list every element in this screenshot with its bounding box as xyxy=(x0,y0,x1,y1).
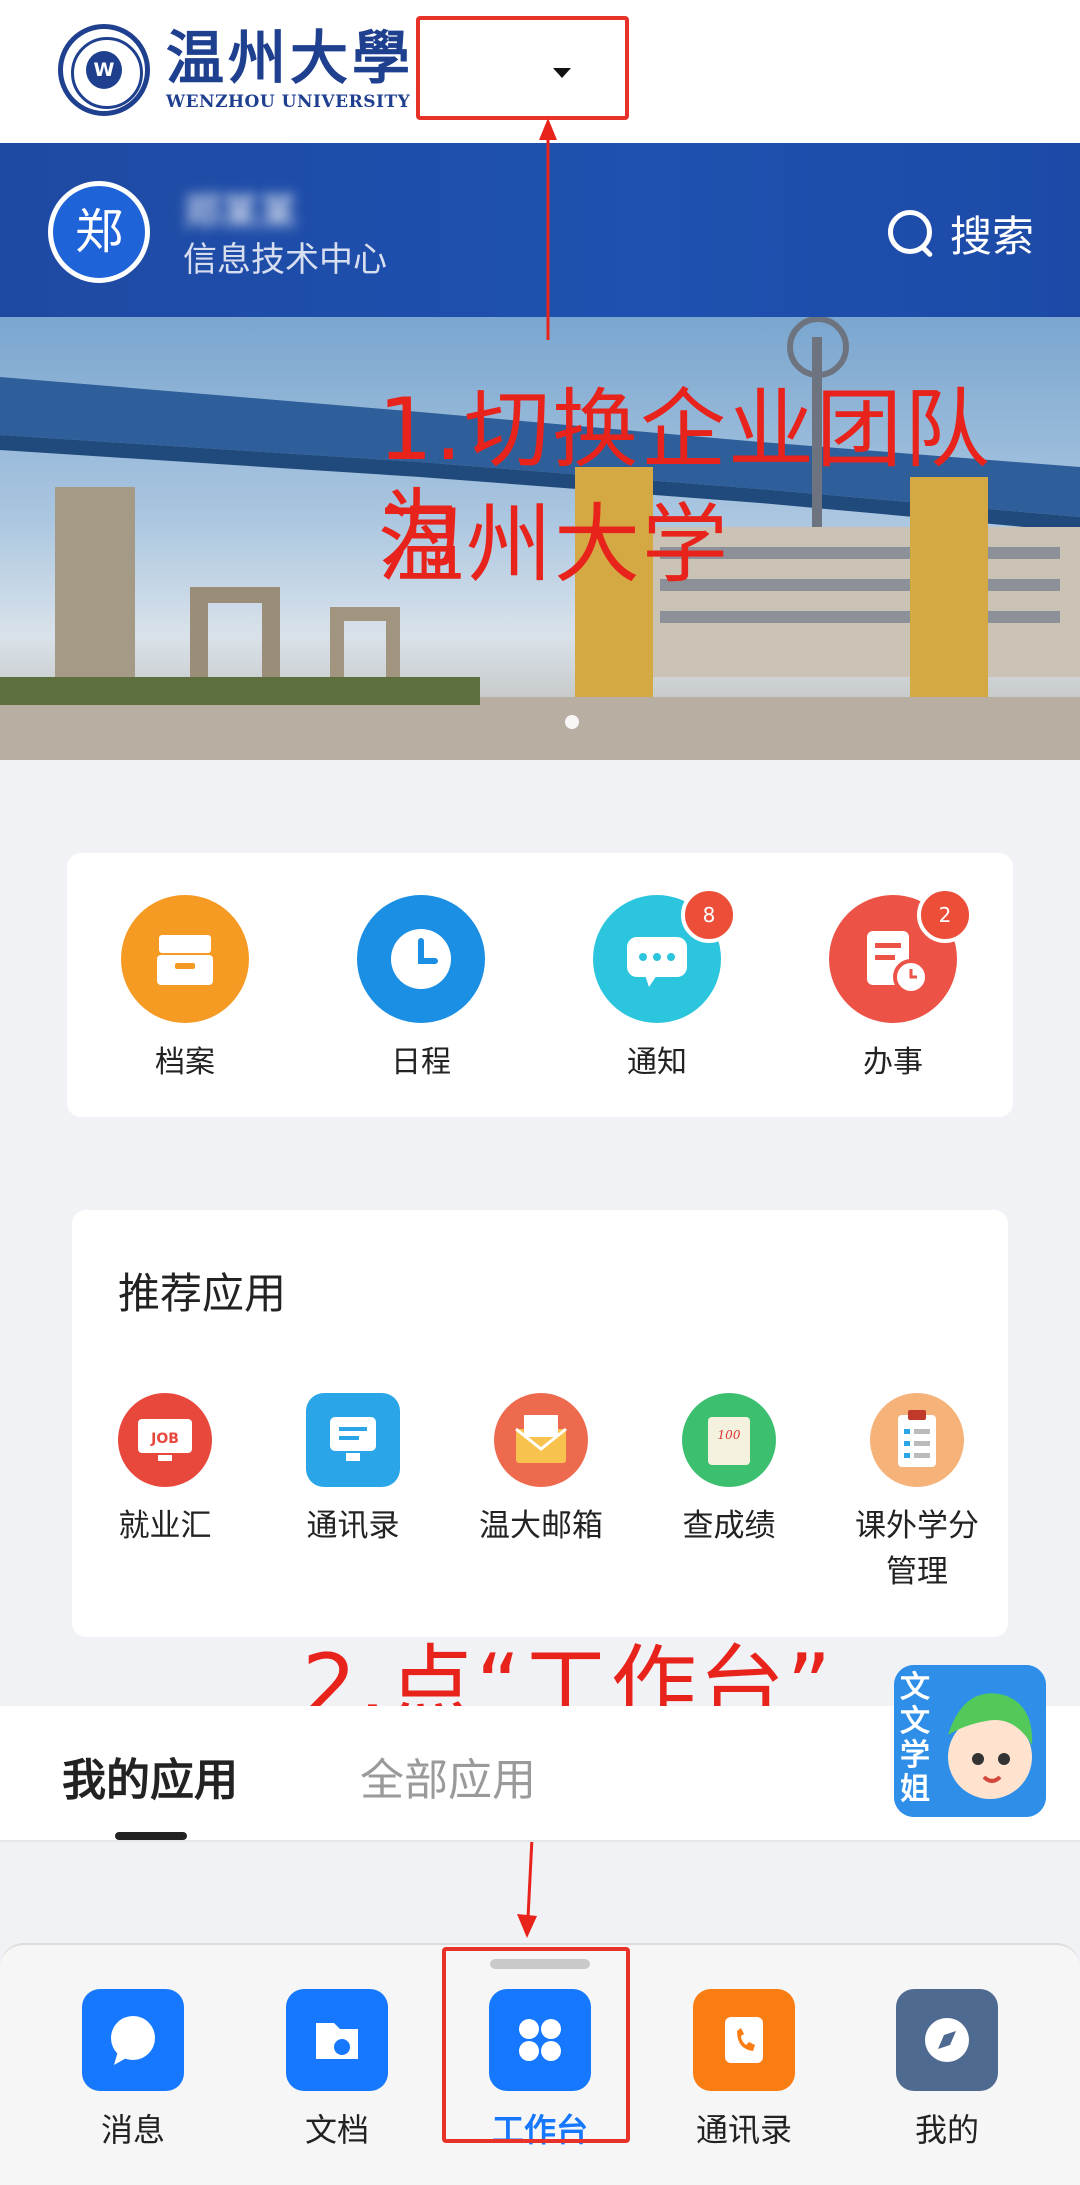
search-label: 搜索 xyxy=(949,211,1034,261)
app-contacts[interactable]: 通讯录 xyxy=(268,1393,438,1549)
search-button[interactable]: 搜索 xyxy=(887,203,1034,263)
envelope-icon xyxy=(494,1393,588,1487)
tab-all-apps[interactable]: 全部应用 xyxy=(360,1744,536,1808)
archive-box-icon xyxy=(121,895,249,1023)
app-label: 温大邮箱 xyxy=(479,1508,603,1544)
quick-action-affairs[interactable]: 2 办事 xyxy=(813,887,973,1081)
logo-english-name: WENZHOU UNIVERSITY xyxy=(166,92,411,112)
tab-contacts[interactable]: 通讯录 xyxy=(674,1989,814,2151)
university-logo: W 温州大學 WENZHOU UNIVERSITY xyxy=(58,24,414,116)
annotation-step1-line2: 温州大学 xyxy=(378,495,730,595)
quick-action-label: 日程 xyxy=(391,1045,451,1080)
assistant-mascot-button[interactable]: 文文学姐 xyxy=(894,1665,1046,1817)
quick-actions-card: 档案 日程 8 通知 2 办事 xyxy=(67,853,1013,1117)
app-scores[interactable]: 100 查成绩 xyxy=(644,1393,814,1549)
chat-bubble-icon: 8 xyxy=(593,887,737,1023)
carousel-indicator[interactable] xyxy=(565,715,579,729)
active-tab-indicator xyxy=(115,1832,187,1840)
quick-action-notice[interactable]: 8 通知 xyxy=(577,887,737,1081)
app-label: 课外学分 xyxy=(855,1508,979,1544)
quick-action-label: 通知 xyxy=(627,1045,687,1080)
user-department: 信息技术中心 xyxy=(183,240,387,280)
tab-my-apps[interactable]: 我的应用 xyxy=(62,1744,238,1808)
compass-icon xyxy=(896,1989,998,2091)
app-label: 查成绩 xyxy=(682,1508,776,1544)
monitor-contacts-icon xyxy=(306,1393,400,1487)
tab-label: 消息 xyxy=(100,2111,165,2149)
clipboard-icon xyxy=(870,1393,964,1487)
document-clock-icon: 2 xyxy=(829,887,973,1023)
caret-down-icon xyxy=(553,68,571,78)
svg-text:JOB: JOB xyxy=(150,1431,179,1447)
tab-label: 文档 xyxy=(304,2111,369,2149)
annotation-workbench-highlight xyxy=(442,1947,630,2143)
job-monitor-icon: JOB xyxy=(118,1393,212,1487)
tab-label: 通讯录 xyxy=(695,2111,792,2149)
university-seal-icon: W xyxy=(58,24,150,116)
affairs-badge: 2 xyxy=(917,887,973,943)
tab-me[interactable]: 我的 xyxy=(877,1989,1017,2151)
tab-documents[interactable]: 文档 xyxy=(267,1989,407,2151)
logo-chinese-name: 温州大學 xyxy=(166,24,415,92)
svg-text:100: 100 xyxy=(718,1428,741,1442)
clock-icon xyxy=(357,895,485,1023)
app-label-line2: 管理 xyxy=(886,1554,948,1590)
tab-messages[interactable]: 消息 xyxy=(63,1989,203,2151)
app-job-hub[interactable]: JOB 就业汇 xyxy=(80,1393,250,1549)
score-scroll-icon: 100 xyxy=(682,1393,776,1487)
user-name: 郑某某 xyxy=(183,190,298,234)
quick-action-label: 办事 xyxy=(863,1045,923,1080)
message-bubble-icon xyxy=(82,1989,184,2091)
quick-action-archive[interactable]: 档案 xyxy=(105,895,265,1081)
tab-label: 我的 xyxy=(914,2111,979,2149)
app-mailbox[interactable]: 温大邮箱 xyxy=(456,1393,626,1549)
folder-icon xyxy=(286,1989,388,2091)
quick-action-label: 档案 xyxy=(155,1045,215,1080)
team-selector-dropdown[interactable] xyxy=(416,16,629,120)
app-extracurricular-credits[interactable]: 课外学分 管理 xyxy=(832,1393,1002,1595)
avatar[interactable]: 郑 xyxy=(48,181,150,283)
app-label: 就业汇 xyxy=(118,1508,212,1544)
section-title: 推荐应用 xyxy=(118,1269,287,1318)
annotation-arrow-up-icon xyxy=(539,118,557,340)
mascot-label: 文文学姐 xyxy=(900,1670,930,1807)
notice-badge: 8 xyxy=(681,887,737,943)
phone-book-icon xyxy=(693,1989,795,2091)
recommended-apps-card: 推荐应用 JOB 就业汇 通讯录 温大邮箱 100 查成绩 课外学分 管理 xyxy=(72,1210,1008,1637)
app-label: 通讯录 xyxy=(306,1508,400,1544)
quick-action-schedule[interactable]: 日程 xyxy=(341,895,501,1081)
search-icon xyxy=(887,210,934,256)
